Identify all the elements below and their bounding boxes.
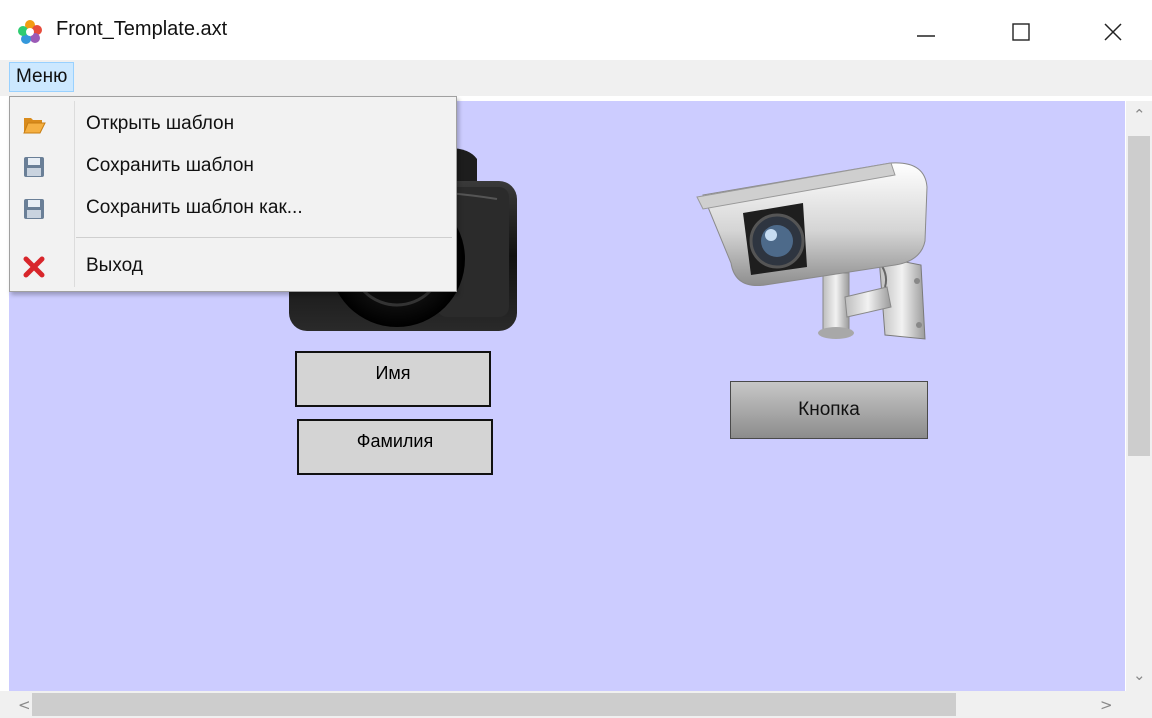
maximize-button[interactable] (993, 10, 1049, 54)
minimize-button[interactable] (898, 10, 954, 54)
menu-dropdown: Открыть шаблон Сохранить шаблон Сохранит… (9, 96, 457, 292)
menu-item-exit[interactable]: Выход (12, 247, 454, 287)
window-title: Front_Template.axt (56, 18, 228, 40)
scroll-up-arrow-icon[interactable]: ⌃ (1133, 106, 1146, 124)
red-x-exit-icon (23, 256, 45, 278)
vertical-scroll-thumb[interactable] (1128, 136, 1150, 456)
name-field[interactable]: Имя (295, 351, 491, 407)
menu-item-label: Сохранить шаблон (86, 155, 254, 176)
menu-bar: Меню (0, 60, 1152, 96)
folder-open-icon (23, 118, 46, 134)
canvas-button[interactable]: Кнопка (730, 381, 928, 439)
surname-field[interactable]: Фамилия (297, 419, 493, 475)
cctv-camera-icon[interactable] (695, 157, 935, 347)
menu-item-open-template[interactable]: Открыть шаблон (12, 105, 454, 145)
scroll-left-arrow-icon[interactable]: < (18, 696, 31, 714)
floppy-save-as-icon (24, 199, 44, 219)
menu-item-label: Открыть шаблон (86, 113, 235, 134)
floppy-save-icon (24, 157, 44, 177)
menu-item-save-template[interactable]: Сохранить шаблон (12, 147, 454, 187)
menu-item-label: Сохранить шаблон как... (86, 197, 303, 218)
close-button[interactable] (1085, 10, 1141, 54)
horizontal-scroll-thumb[interactable] (32, 693, 956, 716)
menu-separator (76, 237, 452, 238)
close-icon (1104, 23, 1122, 41)
menu-item-save-template-as[interactable]: Сохранить шаблон как... (12, 189, 454, 229)
scroll-down-arrow-icon[interactable]: ⌄ (1133, 666, 1146, 684)
title-bar: Front_Template.axt (0, 0, 1152, 60)
minimize-icon (917, 35, 935, 37)
app-logo-icon (18, 20, 42, 44)
menu-item-label: Выход (86, 255, 143, 276)
scroll-right-arrow-icon[interactable]: > (1100, 696, 1113, 714)
menu-button[interactable]: Меню (9, 62, 75, 92)
maximize-icon (1012, 23, 1030, 41)
